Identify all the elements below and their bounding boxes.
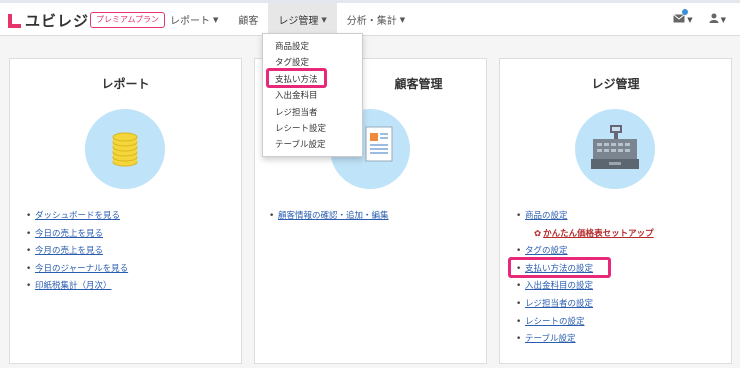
- user-menu[interactable]: ▼: [709, 13, 726, 26]
- nav-analysis-label: 分析・集計: [346, 16, 397, 27]
- list-item: 今日の売上を見る: [26, 226, 128, 244]
- month-sales-link[interactable]: 今月の売上を見る: [35, 246, 103, 256]
- report-panel-title: レポート: [101, 77, 150, 91]
- logo-mark-icon: [8, 13, 21, 28]
- menu-item-cash[interactable]: 入出金科目: [263, 88, 362, 104]
- list-item: ✿ かんたん価格表セットアップ: [516, 226, 654, 244]
- nav-report-label: レポート: [170, 16, 210, 27]
- register-panel-title: レジ管理: [591, 77, 640, 91]
- caret-down-icon: ▼: [687, 15, 693, 24]
- caret-down-icon: ▼: [213, 15, 219, 24]
- list-item: 入出金科目の設定: [516, 278, 654, 296]
- caret-down-icon: ▼: [720, 15, 726, 24]
- product-settings-link[interactable]: 商品の設定: [525, 211, 568, 221]
- quick-price-setup-label: かんたん価格表セットアップ: [543, 228, 654, 239]
- plan-badge: プレミアムプラン: [90, 12, 165, 28]
- customer-edit-link[interactable]: 顧客情報の確認・追加・編集: [278, 211, 389, 221]
- register-dropdown-menu: 商品設定 タグ設定 支払い方法 入出金科目 レジ担当者 レシート設定 テーブル設…: [262, 33, 363, 157]
- customer-links: 顧客情報の確認・追加・編集: [269, 208, 389, 226]
- user-icon: [709, 13, 719, 26]
- register-icon: [575, 109, 655, 189]
- tag-settings-link[interactable]: タグの設定: [525, 246, 568, 256]
- nav-analysis[interactable]: 分析・集計 ▼: [337, 3, 415, 36]
- menu-item-receipt[interactable]: レシート設定: [263, 121, 362, 137]
- nav-register-label: レジ管理: [278, 16, 319, 27]
- list-item: テーブル設定: [516, 331, 654, 349]
- list-item: 今日のジャーナルを見る: [26, 261, 128, 279]
- menu-item-staff[interactable]: レジ担当者: [263, 105, 362, 121]
- quick-price-setup-link[interactable]: ✿ かんたん価格表セットアップ: [525, 229, 654, 239]
- nav-register[interactable]: レジ管理 ▼: [268, 3, 337, 36]
- logo-text: ユビレジ: [25, 12, 90, 30]
- nav-customer-label: 顧客: [238, 16, 259, 27]
- cash-in-out-link[interactable]: 入出金科目の設定: [525, 281, 593, 291]
- menu-item-product[interactable]: 商品設定: [263, 39, 362, 55]
- highlight-box: [508, 257, 611, 278]
- list-item: レジ担当者の設定: [516, 296, 654, 314]
- logo[interactable]: ユビレジ: [8, 10, 89, 31]
- top-navbar: ユビレジ プレミアムプラン レポート▼ 顧客 レジ管理▼ 分析・集計▼ ▼: [0, 0, 740, 36]
- caret-down-icon: ▼: [321, 15, 327, 24]
- dashboard-link[interactable]: ダッシュボードを見る: [35, 211, 120, 221]
- report-links: ダッシュボードを見る 今日の売上を見る 今月の売上を見る 今日のジャーナルを見る…: [26, 208, 128, 296]
- receipt-settings-link[interactable]: レシートの設定: [525, 317, 585, 327]
- list-item: レシートの設定: [516, 314, 654, 332]
- today-sales-link[interactable]: 今日の売上を見る: [35, 229, 103, 239]
- stamp-tax-link[interactable]: 印紙税集計（月次）: [35, 281, 112, 291]
- gear-icon: ✿: [534, 228, 542, 239]
- nav-customer[interactable]: 顧客: [228, 3, 268, 36]
- list-item: 商品の設定: [516, 208, 654, 226]
- main-nav: レポート ▼ 顧客 レジ管理 ▼ 分析・集計 ▼: [160, 3, 415, 36]
- nav-right: ▼ ▼: [657, 3, 726, 36]
- highlight-box: [266, 68, 327, 88]
- coins-icon: [85, 109, 165, 189]
- caret-down-icon: ▼: [399, 15, 406, 24]
- menu-item-table[interactable]: テーブル設定: [263, 137, 362, 153]
- mail-menu[interactable]: ▼: [673, 9, 693, 26]
- list-item: 印紙税集計（月次）: [26, 278, 128, 296]
- list-item: 顧客情報の確認・追加・編集: [269, 208, 389, 226]
- register-panel: レジ管理 商品の設定 ✿かんたん価格表セットアップ タグの設定 支払い方法の設定…: [499, 58, 732, 364]
- nav-report[interactable]: レポート ▼: [160, 3, 228, 36]
- register-links: 商品の設定 ✿かんたん価格表セットアップ タグの設定 支払い方法の設定 入出金科…: [516, 208, 654, 349]
- list-item: ダッシュボードを見る: [26, 208, 128, 226]
- staff-settings-link[interactable]: レジ担当者の設定: [525, 299, 593, 309]
- table-settings-link[interactable]: テーブル設定: [525, 334, 576, 344]
- mail-icon: [673, 9, 689, 26]
- journal-link[interactable]: 今日のジャーナルを見る: [35, 264, 128, 274]
- report-panel: レポート ダッシュボードを見る 今日の売上を見る 今月の売上を見る 今日のジャー…: [9, 58, 242, 364]
- list-item: 今月の売上を見る: [26, 243, 128, 261]
- notification-dot: [682, 9, 689, 15]
